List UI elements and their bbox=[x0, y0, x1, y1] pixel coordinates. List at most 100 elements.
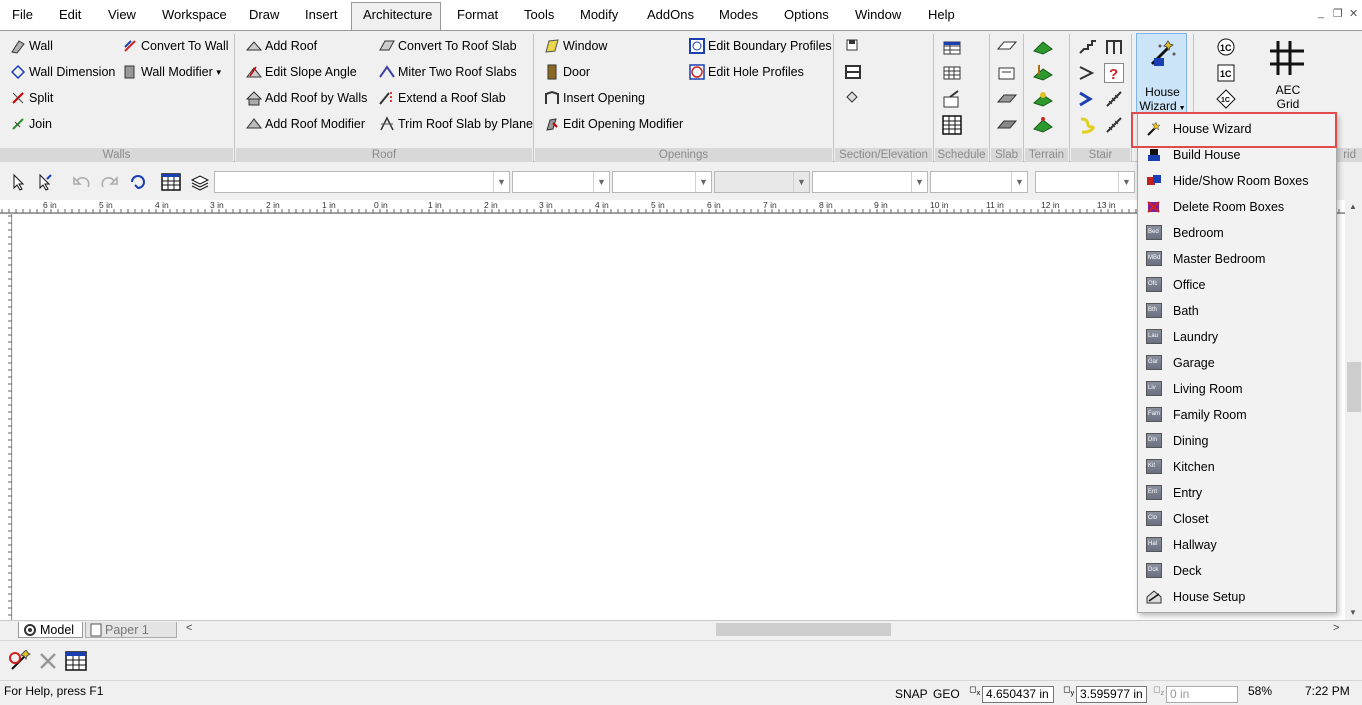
menu-item-delete-room-boxes[interactable]: Delete Room Boxes bbox=[1138, 194, 1336, 220]
minimize-icon[interactable]: _ bbox=[1318, 7, 1324, 19]
add-roof-modifier-button[interactable]: Add Roof Modifier bbox=[245, 113, 365, 135]
menu-item-master-bedroom[interactable]: MBd Master Bedroom bbox=[1138, 246, 1336, 272]
menu-insert[interactable]: Insert bbox=[305, 7, 338, 22]
terrain-mesh-icon[interactable] bbox=[1033, 115, 1053, 135]
menu-help[interactable]: Help bbox=[928, 7, 955, 22]
edit-slope-angle-button[interactable]: Edit Slope Angle bbox=[245, 61, 357, 83]
tag-square-icon[interactable]: 1C bbox=[1216, 63, 1236, 83]
scroll-right-icon[interactable]: > bbox=[1333, 622, 1339, 634]
railing-icon[interactable] bbox=[1104, 37, 1124, 57]
menu-item-hallway[interactable]: Hal Hallway bbox=[1138, 532, 1336, 558]
slab-3d-icon[interactable] bbox=[996, 89, 1018, 109]
join-button[interactable]: Join bbox=[10, 113, 52, 135]
elevation-icon[interactable] bbox=[844, 63, 864, 83]
geo-toggle[interactable]: GEO bbox=[933, 687, 960, 701]
extend-roof-slab-button[interactable]: Extend a Roof Slab bbox=[379, 87, 506, 109]
tag-circle-icon[interactable]: 1C bbox=[1216, 37, 1236, 57]
stair-spiral-icon[interactable] bbox=[1078, 115, 1098, 135]
edit-boundary-profiles-button[interactable]: Edit Boundary Profiles bbox=[689, 35, 832, 57]
menu-item-hide-show-room-boxes[interactable]: Hide/Show Room Boxes bbox=[1138, 168, 1336, 194]
stair-icon[interactable] bbox=[1078, 37, 1098, 57]
menu-format[interactable]: Format bbox=[457, 7, 498, 22]
menu-item-garage[interactable]: Gar Garage bbox=[1138, 350, 1336, 376]
menu-edit[interactable]: Edit bbox=[59, 7, 81, 22]
window-button[interactable]: Window bbox=[544, 35, 607, 57]
railing-slope-icon[interactable] bbox=[1104, 115, 1124, 135]
terrain-edit-icon[interactable] bbox=[1033, 63, 1053, 83]
table-view-icon[interactable] bbox=[65, 650, 87, 671]
menu-item-family-room[interactable]: Fam Family Room bbox=[1138, 402, 1336, 428]
select-edit-icon[interactable] bbox=[37, 173, 57, 193]
z-coordinate-field[interactable]: 0 in bbox=[1166, 686, 1238, 703]
refresh-icon[interactable] bbox=[128, 173, 148, 193]
tag-diamond-icon[interactable]: 1C bbox=[1216, 89, 1236, 109]
properties-table-icon[interactable] bbox=[161, 172, 181, 192]
railing-line-icon[interactable] bbox=[1104, 89, 1124, 109]
help-question-icon[interactable]: ? bbox=[1104, 63, 1124, 83]
style-combo[interactable]: ▼ bbox=[930, 171, 1028, 193]
menu-architecture[interactable]: Architecture bbox=[363, 7, 432, 22]
add-roof-by-walls-button[interactable]: Add Roof by Walls bbox=[245, 87, 367, 109]
menu-modify[interactable]: Modify bbox=[580, 7, 618, 22]
menu-draw[interactable]: Draw bbox=[249, 7, 279, 22]
cancel-icon[interactable] bbox=[38, 651, 58, 671]
save-section-icon[interactable] bbox=[844, 37, 864, 57]
terrain-icon[interactable] bbox=[1033, 37, 1053, 57]
layer-combo[interactable]: ▼ bbox=[214, 171, 510, 193]
menu-item-deck[interactable]: Dck Deck bbox=[1138, 558, 1336, 584]
house-wizard-button[interactable]: House Wizard ▼ bbox=[1136, 33, 1187, 113]
miter-two-roof-slabs-button[interactable]: Miter Two Roof Slabs bbox=[379, 61, 517, 83]
undo-icon[interactable] bbox=[72, 173, 92, 193]
redo-icon[interactable] bbox=[99, 173, 119, 193]
trim-roof-slab-button[interactable]: Trim Roof Slab by Plane bbox=[379, 113, 533, 135]
menu-item-closet[interactable]: Clo Closet bbox=[1138, 506, 1336, 532]
menu-modes[interactable]: Modes bbox=[719, 7, 758, 22]
lineweight-combo[interactable]: ▼ bbox=[714, 171, 810, 193]
slab-icon[interactable] bbox=[996, 37, 1018, 57]
slab-edit-icon[interactable] bbox=[997, 63, 1017, 83]
scroll-down-icon[interactable]: ▼ bbox=[1349, 608, 1357, 617]
schedule-icon[interactable] bbox=[942, 37, 962, 57]
wall-button[interactable]: Wall bbox=[10, 35, 53, 57]
dimstyle-combo[interactable]: ▼ bbox=[1035, 171, 1135, 193]
schedule-wand-icon[interactable] bbox=[942, 89, 962, 109]
scroll-up-icon[interactable]: ▲ bbox=[1349, 202, 1357, 211]
convert-to-wall-button[interactable]: Convert To Wall bbox=[122, 35, 229, 57]
split-button[interactable]: Split bbox=[10, 87, 53, 109]
menu-options[interactable]: Options bbox=[784, 7, 829, 22]
aec-grid-icon[interactable] bbox=[1268, 39, 1308, 79]
menu-item-bedroom[interactable]: Bed Bedroom bbox=[1138, 220, 1336, 246]
stair-edit-icon[interactable] bbox=[1078, 63, 1098, 83]
wall-dimension-button[interactable]: Wall Dimension bbox=[10, 61, 115, 83]
menu-item-living-room[interactable]: Liv Living Room bbox=[1138, 376, 1336, 402]
menu-workspace[interactable]: Workspace bbox=[162, 7, 227, 22]
slab-modifier-icon[interactable] bbox=[996, 115, 1018, 135]
schedule-grid-icon[interactable] bbox=[942, 115, 962, 135]
select-arrow-icon[interactable] bbox=[11, 173, 31, 193]
y-coordinate-field[interactable]: 3.595977 in bbox=[1076, 686, 1147, 703]
edit-hole-profiles-button[interactable]: Edit Hole Profiles bbox=[689, 61, 804, 83]
restore-icon[interactable]: ❐ bbox=[1333, 7, 1343, 20]
menu-item-house-setup[interactable]: House Setup bbox=[1138, 584, 1336, 610]
tab-model[interactable]: Model bbox=[18, 622, 83, 638]
menu-item-kitchen[interactable]: Kit Kitchen bbox=[1138, 454, 1336, 480]
menu-file[interactable]: File bbox=[12, 7, 33, 22]
menu-item-bath[interactable]: Bth Bath bbox=[1138, 298, 1336, 324]
menu-view[interactable]: View bbox=[108, 7, 136, 22]
section-cut-icon[interactable] bbox=[844, 89, 864, 109]
terrain-point-icon[interactable] bbox=[1033, 89, 1053, 109]
scroll-left-icon[interactable]: < bbox=[186, 622, 192, 634]
menu-item-laundry[interactable]: Lau Laundry bbox=[1138, 324, 1336, 350]
color-combo[interactable]: ▼ bbox=[512, 171, 610, 193]
menu-item-office[interactable]: Ofc Office bbox=[1138, 272, 1336, 298]
layers-icon[interactable] bbox=[190, 172, 210, 192]
menu-window[interactable]: Window bbox=[855, 7, 901, 22]
tab-paper-1[interactable]: Paper 1 bbox=[85, 622, 177, 638]
menu-item-entry[interactable]: Ent Entry bbox=[1138, 480, 1336, 506]
menu-item-dining[interactable]: Din Dining bbox=[1138, 428, 1336, 454]
insert-opening-button[interactable]: Insert Opening bbox=[544, 87, 645, 109]
schedule-table-icon[interactable] bbox=[942, 63, 962, 83]
add-roof-button[interactable]: Add Roof bbox=[245, 35, 317, 57]
edit-opening-modifier-button[interactable]: Edit Opening Modifier bbox=[544, 113, 683, 135]
menu-tools[interactable]: Tools bbox=[524, 7, 554, 22]
